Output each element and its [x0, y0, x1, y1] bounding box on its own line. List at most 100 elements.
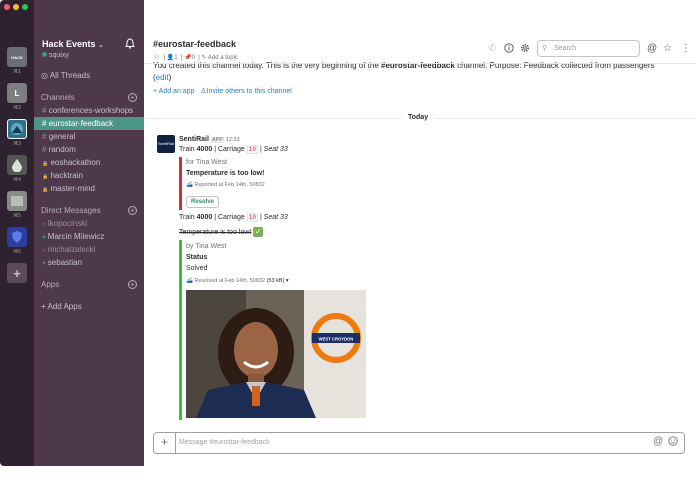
team-hack-events-icon[interactable]: HACK	[7, 47, 27, 67]
sender-name[interactable]: SentiRail	[179, 136, 209, 143]
file-size[interactable]: (53 kB) ▾	[267, 278, 289, 284]
photo-sign-text: WEST CROYDON	[319, 337, 354, 342]
current-user[interactable]: squixy	[42, 52, 69, 59]
gear-icon[interactable]	[520, 43, 530, 56]
team-switcher: HACK ⌘1 L ⌘2 ⌘3 ⌘4 ⌘5 ⌘6 +	[0, 0, 34, 466]
team-gray-icon[interactable]	[7, 191, 27, 211]
add-app-link[interactable]: + Add an app	[153, 88, 194, 95]
resolved-text: Temperature is too low!	[179, 228, 252, 236]
call-icon[interactable]: ✆	[488, 43, 496, 54]
team-shield-icon[interactable]	[7, 227, 27, 247]
presence-active-icon: ♥	[42, 261, 46, 267]
attachment-bar	[179, 240, 182, 420]
bell-icon[interactable]	[125, 38, 135, 52]
maximize-window-icon[interactable]	[22, 4, 28, 10]
presence-away-icon: ○	[42, 248, 46, 254]
sidebar-item-eoshackathon[interactable]: 🔒 eoshackathon	[34, 156, 144, 169]
apps-heading[interactable]: Apps	[41, 280, 59, 289]
pencil-icon: ✎	[201, 55, 207, 61]
add-channel-icon[interactable]: +	[128, 93, 137, 102]
sidebar-item-conferences-workshops[interactable]: # conferences-workshops	[34, 104, 144, 117]
attachment-bar	[179, 157, 182, 210]
team-active-icon[interactable]	[7, 119, 27, 139]
attachment-footer: 🚄 Resolved at Feb 14th, 50832 (53 kB) ▾	[186, 278, 289, 284]
invite-link[interactable]: Invite others to this channel	[207, 88, 292, 95]
sidebar-item-general[interactable]: # general	[34, 130, 144, 143]
channel-meta: ☆ | 👤1 | 📌0 | ✎ Add a topic	[153, 52, 238, 61]
emoji-icon[interactable]	[668, 436, 678, 449]
team-shortcut: ⌘3	[13, 141, 21, 147]
message-composer: + Message #eurostar-feedback @	[153, 432, 685, 454]
edit-purpose-link[interactable]: edit	[156, 73, 169, 82]
pin-icon[interactable]: 📌	[184, 55, 191, 61]
message-time[interactable]: 12:33	[226, 137, 240, 143]
train-icon: 🚄	[186, 278, 193, 284]
attachment-pretext: by Tina West	[186, 243, 227, 250]
date-divider-label: Today	[402, 114, 435, 121]
add-apps-link[interactable]: + Add Apps	[41, 302, 82, 311]
dm-item-marcin-milewicz[interactable]: ♥ Marcin Milewicz	[34, 230, 144, 243]
message-line: Temperature is too low! ✓	[179, 227, 264, 237]
message-line: Train 4000 | Carriage 10 | Seat 33	[179, 145, 288, 154]
channel-view: You created this channel today. This is …	[144, 0, 695, 466]
mentions-icon[interactable]: @	[647, 43, 657, 54]
minimize-window-icon[interactable]	[13, 4, 19, 10]
attachment-image[interactable]: WEST CROYDON	[186, 290, 366, 418]
resolve-button[interactable]: Resolve	[186, 196, 219, 208]
train-icon: 🚄	[186, 182, 193, 188]
intro-actions: + Add an app ♙Invite others to this chan…	[153, 87, 292, 95]
threads-icon: ◎	[41, 71, 48, 80]
lock-icon: 🔒	[42, 161, 49, 167]
attachment-footer: 🚄 Reported at Feb 14th, 50832	[186, 182, 265, 188]
attachment-field-title: Status	[186, 254, 208, 261]
lock-icon: 🔒	[42, 187, 49, 193]
close-window-icon[interactable]	[4, 4, 10, 10]
message-line: Train 4000 | Carriage 10 | Seat 33	[179, 213, 288, 222]
all-threads-link[interactable]: ◎ All Threads	[41, 71, 90, 80]
add-app-icon[interactable]: +	[128, 280, 137, 289]
presence-away-icon: ○	[42, 222, 46, 228]
dm-item-michalzalecki[interactable]: ○ michalzalecki	[34, 243, 144, 256]
header-divider	[144, 63, 695, 64]
message-input[interactable]: Message #eurostar-feedback	[179, 433, 270, 453]
channel-header: #eurostar-feedback ☆ | 👤1 | 📌0 | ✎ Add a…	[144, 0, 695, 64]
add-dm-icon[interactable]: +	[128, 206, 137, 215]
sidebar: Hack Events ⌄ squixy ◎ All Threads Chann…	[34, 0, 144, 466]
team-shortcut: ⌘2	[13, 105, 21, 111]
chevron-down-icon: ⌄	[98, 42, 104, 49]
workspace-name[interactable]: Hack Events ⌄	[42, 39, 104, 49]
presence-active-icon: ♥	[42, 235, 46, 241]
search-icon: ⚲	[542, 45, 548, 52]
add-team-button[interactable]: +	[7, 263, 27, 283]
team-shortcut: ⌘5	[13, 213, 21, 219]
add-topic-link[interactable]: Add a topic	[208, 55, 238, 61]
team-shortcut: ⌘4	[13, 177, 21, 183]
search-input[interactable]: ⚲ Search	[537, 40, 640, 57]
team-l-icon[interactable]: L	[7, 83, 27, 103]
direct-messages-heading[interactable]: Direct Messages	[41, 206, 101, 215]
team-shortcut: ⌘1	[13, 69, 21, 75]
attachment-title: Temperature is too low!	[186, 170, 265, 177]
lock-icon: 🔒	[42, 174, 49, 180]
attach-button[interactable]: +	[154, 433, 176, 453]
sidebar-item-eurostar-feedback[interactable]: # eurostar-feedback	[34, 117, 144, 130]
star-items-icon[interactable]: ☆	[663, 43, 672, 54]
sidebar-item-hacktrain[interactable]: 🔒 hacktrain	[34, 169, 144, 182]
more-options-icon[interactable]: ⋮	[681, 43, 691, 54]
team-drop-icon[interactable]	[7, 155, 27, 175]
sidebar-item-master-mind[interactable]: 🔒 master-mind	[34, 182, 144, 195]
attachment-field-value: Solved	[186, 265, 208, 272]
dm-item-sebastian[interactable]: ♥ sebastian	[34, 256, 144, 269]
team-shortcut: ⌘6	[13, 249, 21, 255]
channel-title[interactable]: #eurostar-feedback	[153, 39, 236, 49]
mention-icon[interactable]: @	[653, 436, 663, 447]
sidebar-item-random[interactable]: # random	[34, 143, 144, 156]
star-icon[interactable]: ☆	[153, 52, 160, 61]
channels-heading[interactable]: Channels	[41, 93, 75, 102]
dm-item-lkopocinski[interactable]: ○ lkopocinski	[34, 217, 144, 230]
info-icon[interactable]	[504, 43, 514, 56]
avatar[interactable]: SentiRail	[157, 135, 175, 153]
attachment-pretext: for Tina West	[186, 159, 228, 166]
presence-dot-icon	[42, 52, 47, 57]
app-window: HACK ⌘1 L ⌘2 ⌘3 ⌘4 ⌘5 ⌘6 + Hack Events ⌄…	[0, 0, 695, 466]
